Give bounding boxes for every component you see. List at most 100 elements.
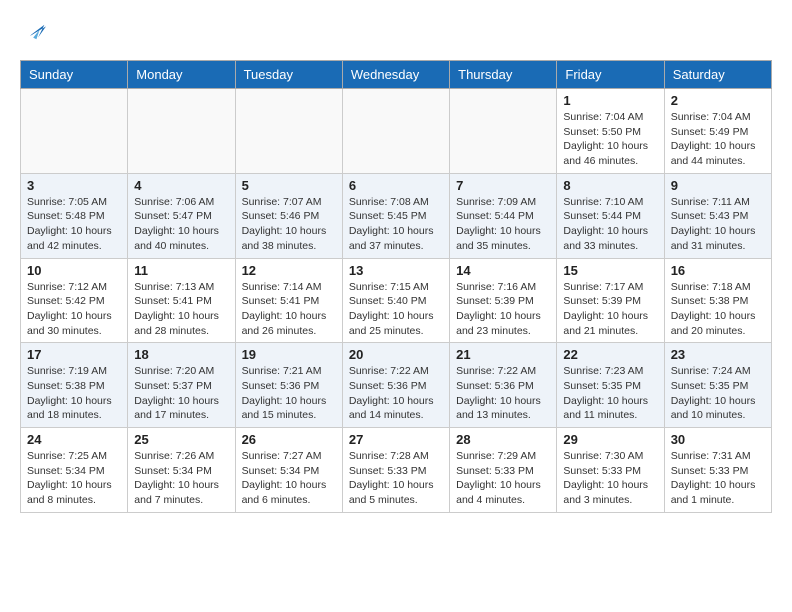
weekday-header-friday: Friday (557, 61, 664, 89)
logo (20, 20, 46, 44)
day-number: 11 (134, 263, 228, 278)
day-info: Sunrise: 7:09 AM Sunset: 5:44 PM Dayligh… (456, 195, 550, 254)
calendar-cell: 9 Sunrise: 7:11 AM Sunset: 5:43 PM Daylig… (664, 173, 771, 258)
calendar-cell: 2 Sunrise: 7:04 AM Sunset: 5:49 PM Daylig… (664, 89, 771, 174)
calendar-cell: 20 Sunrise: 7:22 AM Sunset: 5:36 PM Dayli… (342, 343, 449, 428)
calendar-cell: 13Sunrise: 7:15 AM Sunset: 5:40 PM Dayli… (342, 258, 449, 343)
calendar-cell: 29 Sunrise: 7:30 AM Sunset: 5:33 PM Dayli… (557, 428, 664, 513)
day-info: Sunrise: 7:05 AM Sunset: 5:48 PM Dayligh… (27, 195, 121, 254)
calendar-cell: 15 Sunrise: 7:17 AM Sunset: 5:39 PM Dayli… (557, 258, 664, 343)
day-number: 30 (671, 432, 765, 447)
calendar-cell: 11 Sunrise: 7:13 AM Sunset: 5:41 PM Dayli… (128, 258, 235, 343)
day-info: Sunrise: 7:21 AM Sunset: 5:36 PM Dayligh… (242, 364, 336, 423)
calendar-cell: 5 Sunrise: 7:07 AM Sunset: 5:46 PM Daylig… (235, 173, 342, 258)
calendar-cell: 17 Sunrise: 7:19 AM Sunset: 5:38 PM Dayli… (21, 343, 128, 428)
day-info: Sunrise: 7:19 AM Sunset: 5:38 PM Dayligh… (27, 364, 121, 423)
day-info: Sunrise: 7:20 AM Sunset: 5:37 PM Dayligh… (134, 364, 228, 423)
page-header (20, 20, 772, 44)
week-row-4: 17 Sunrise: 7:19 AM Sunset: 5:38 PM Dayli… (21, 343, 772, 428)
week-row-5: 24 Sunrise: 7:25 AM Sunset: 5:34 PM Dayli… (21, 428, 772, 513)
day-number: 15 (563, 263, 657, 278)
day-number: 24 (27, 432, 121, 447)
weekday-header-tuesday: Tuesday (235, 61, 342, 89)
day-number: 14 (456, 263, 550, 278)
day-number: 21 (456, 347, 550, 362)
day-info: Sunrise: 7:11 AM Sunset: 5:43 PM Dayligh… (671, 195, 765, 254)
day-info: Sunrise: 7:12 AM Sunset: 5:42 PM Dayligh… (27, 280, 121, 339)
week-row-2: 3 Sunrise: 7:05 AM Sunset: 5:48 PM Daylig… (21, 173, 772, 258)
calendar-cell: 7 Sunrise: 7:09 AM Sunset: 5:44 PM Daylig… (450, 173, 557, 258)
day-number: 12 (242, 263, 336, 278)
day-info: Sunrise: 7:17 AM Sunset: 5:39 PM Dayligh… (563, 280, 657, 339)
calendar-cell: 22 Sunrise: 7:23 AM Sunset: 5:35 PM Dayli… (557, 343, 664, 428)
calendar-cell (21, 89, 128, 174)
day-info: Sunrise: 7:24 AM Sunset: 5:35 PM Dayligh… (671, 364, 765, 423)
day-number: 19 (242, 347, 336, 362)
day-number: 2 (671, 93, 765, 108)
day-info: Sunrise: 7:22 AM Sunset: 5:36 PM Dayligh… (349, 364, 443, 423)
day-info: Sunrise: 7:22 AM Sunset: 5:36 PM Dayligh… (456, 364, 550, 423)
day-number: 29 (563, 432, 657, 447)
day-number: 6 (349, 178, 443, 193)
calendar-cell: 14Sunrise: 7:16 AM Sunset: 5:39 PM Dayli… (450, 258, 557, 343)
day-number: 5 (242, 178, 336, 193)
weekday-header-wednesday: Wednesday (342, 61, 449, 89)
logo-bird-icon (22, 20, 46, 44)
calendar-cell: 16 Sunrise: 7:18 AM Sunset: 5:38 PM Dayli… (664, 258, 771, 343)
day-info: Sunrise: 7:27 AM Sunset: 5:34 PM Dayligh… (242, 449, 336, 508)
day-info: Sunrise: 7:18 AM Sunset: 5:38 PM Dayligh… (671, 280, 765, 339)
calendar-cell: 4 Sunrise: 7:06 AM Sunset: 5:47 PM Daylig… (128, 173, 235, 258)
day-info: Sunrise: 7:06 AM Sunset: 5:47 PM Dayligh… (134, 195, 228, 254)
day-number: 10 (27, 263, 121, 278)
day-number: 7 (456, 178, 550, 193)
day-info: Sunrise: 7:04 AM Sunset: 5:49 PM Dayligh… (671, 110, 765, 169)
day-number: 20 (349, 347, 443, 362)
calendar-cell (342, 89, 449, 174)
day-number: 9 (671, 178, 765, 193)
calendar-cell: 28 Sunrise: 7:29 AM Sunset: 5:33 PM Dayli… (450, 428, 557, 513)
day-number: 4 (134, 178, 228, 193)
day-number: 8 (563, 178, 657, 193)
day-number: 3 (27, 178, 121, 193)
day-number: 26 (242, 432, 336, 447)
week-row-1: 1 Sunrise: 7:04 AM Sunset: 5:50 PM Daylig… (21, 89, 772, 174)
day-info: Sunrise: 7:07 AM Sunset: 5:46 PM Dayligh… (242, 195, 336, 254)
calendar-cell: 26 Sunrise: 7:27 AM Sunset: 5:34 PM Dayli… (235, 428, 342, 513)
calendar-cell: 10 Sunrise: 7:12 AM Sunset: 5:42 PM Dayli… (21, 258, 128, 343)
calendar-cell: 24 Sunrise: 7:25 AM Sunset: 5:34 PM Dayli… (21, 428, 128, 513)
calendar-cell: 3 Sunrise: 7:05 AM Sunset: 5:48 PM Daylig… (21, 173, 128, 258)
day-info: Sunrise: 7:26 AM Sunset: 5:34 PM Dayligh… (134, 449, 228, 508)
day-info: Sunrise: 7:25 AM Sunset: 5:34 PM Dayligh… (27, 449, 121, 508)
calendar-table: SundayMondayTuesdayWednesdayThursdayFrid… (20, 60, 772, 513)
day-info: Sunrise: 7:30 AM Sunset: 5:33 PM Dayligh… (563, 449, 657, 508)
day-number: 28 (456, 432, 550, 447)
weekday-header-monday: Monday (128, 61, 235, 89)
day-number: 1 (563, 93, 657, 108)
day-info: Sunrise: 7:10 AM Sunset: 5:44 PM Dayligh… (563, 195, 657, 254)
calendar-cell (450, 89, 557, 174)
day-info: Sunrise: 7:15 AM Sunset: 5:40 PM Dayligh… (349, 280, 443, 339)
day-number: 17 (27, 347, 121, 362)
day-number: 22 (563, 347, 657, 362)
day-info: Sunrise: 7:23 AM Sunset: 5:35 PM Dayligh… (563, 364, 657, 423)
calendar-cell: 18Sunrise: 7:20 AM Sunset: 5:37 PM Dayli… (128, 343, 235, 428)
weekday-header-saturday: Saturday (664, 61, 771, 89)
calendar-cell: 1 Sunrise: 7:04 AM Sunset: 5:50 PM Daylig… (557, 89, 664, 174)
calendar-cell (128, 89, 235, 174)
day-info: Sunrise: 7:04 AM Sunset: 5:50 PM Dayligh… (563, 110, 657, 169)
weekday-header-sunday: Sunday (21, 61, 128, 89)
day-info: Sunrise: 7:14 AM Sunset: 5:41 PM Dayligh… (242, 280, 336, 339)
calendar-cell: 8 Sunrise: 7:10 AM Sunset: 5:44 PM Daylig… (557, 173, 664, 258)
day-info: Sunrise: 7:13 AM Sunset: 5:41 PM Dayligh… (134, 280, 228, 339)
calendar-cell: 27Sunrise: 7:28 AM Sunset: 5:33 PM Dayli… (342, 428, 449, 513)
calendar-cell: 12 Sunrise: 7:14 AM Sunset: 5:41 PM Dayli… (235, 258, 342, 343)
week-row-3: 10 Sunrise: 7:12 AM Sunset: 5:42 PM Dayli… (21, 258, 772, 343)
calendar-cell: 23Sunrise: 7:24 AM Sunset: 5:35 PM Dayli… (664, 343, 771, 428)
calendar-cell (235, 89, 342, 174)
day-number: 16 (671, 263, 765, 278)
day-info: Sunrise: 7:29 AM Sunset: 5:33 PM Dayligh… (456, 449, 550, 508)
day-info: Sunrise: 7:28 AM Sunset: 5:33 PM Dayligh… (349, 449, 443, 508)
calendar-cell: 30Sunrise: 7:31 AM Sunset: 5:33 PM Dayli… (664, 428, 771, 513)
calendar-cell: 25Sunrise: 7:26 AM Sunset: 5:34 PM Dayli… (128, 428, 235, 513)
day-info: Sunrise: 7:08 AM Sunset: 5:45 PM Dayligh… (349, 195, 443, 254)
